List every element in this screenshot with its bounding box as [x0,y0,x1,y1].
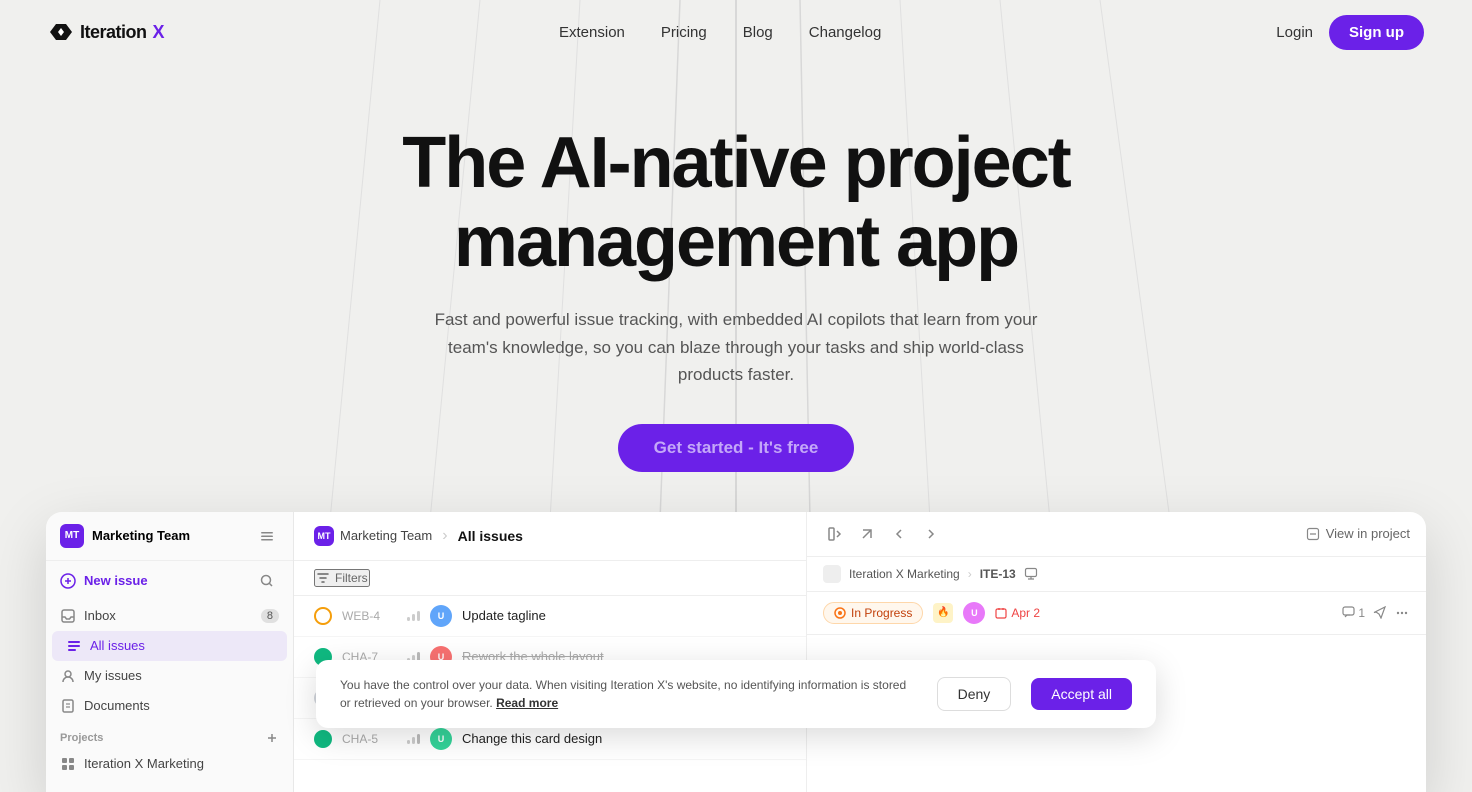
navbar: Iteration X Extension Pricing Blog Change… [0,0,1472,64]
login-button[interactable]: Login [1276,24,1313,41]
logo-icon [48,22,74,42]
user-avatar: U [430,605,452,627]
hero-headline: The AI-native project management app [386,124,1086,282]
sidebar: MT Marketing Team New issue [46,512,294,792]
detail-panel: View in project Iteration X Marketing › … [806,512,1426,792]
detail-project-avatar [823,565,841,583]
logo-suffix: X [153,22,165,43]
project-icon [60,756,76,772]
user-avatar: U [430,728,452,750]
sidebar-toggle-icon[interactable] [255,524,279,548]
main-header: MT Marketing Team › All issues [294,512,806,561]
projects-section-header: Projects [46,721,293,749]
due-date: Apr 2 [995,606,1040,620]
expand-button[interactable] [855,522,879,546]
detail-actions: 1 [1342,605,1410,621]
sidebar-header: MT Marketing Team [46,512,293,561]
team-avatar: MT [60,524,84,548]
plus-icon [60,573,76,589]
send-icon[interactable] [1373,606,1386,619]
status-icon-done2 [314,730,332,748]
logo[interactable]: Iteration X [48,22,164,43]
detail-view-project[interactable]: View in project [1326,526,1410,541]
hero-section: The AI-native project management app Fas… [0,64,1472,512]
detail-breadcrumb-row: Iteration X Marketing › ITE-13 [807,557,1426,592]
documents-icon [60,698,76,714]
detail-project-name: Iteration X Marketing [849,567,960,581]
signup-button[interactable]: Sign up [1329,15,1424,50]
more-options-icon[interactable] [1394,605,1410,621]
forward-button[interactable] [919,522,943,546]
sidebar-item-inbox[interactable]: Inbox 8 [46,601,293,631]
main-header-team: MT Marketing Team [314,526,432,546]
team-name: Marketing Team [92,528,190,543]
nav-pricing[interactable]: Pricing [661,24,707,41]
sidebar-team: MT Marketing Team [60,524,190,548]
accept-button[interactable]: Accept all [1031,678,1132,710]
priority-bars [407,611,420,621]
main-header-breadcrumb: All issues [458,528,523,544]
collapse-button[interactable] [823,522,847,546]
my-issues-icon [60,668,76,684]
main-team-avatar: MT [314,526,334,546]
filters-bar: Filters [294,561,806,596]
nav-blog[interactable]: Blog [743,24,773,41]
logo-text: Iteration [80,22,147,43]
breadcrumb-separator: › [442,527,447,545]
comment-count: 1 [1342,606,1365,620]
priority-bars [407,734,420,744]
sidebar-item-project[interactable]: Iteration X Marketing [46,749,293,779]
sidebar-item-documents[interactable]: Documents [46,691,293,721]
inbox-badge: 8 [261,609,279,623]
cookie-text: You have the control over your data. Whe… [340,676,917,712]
cookie-banner: You have the control over your data. Whe… [316,660,1156,728]
inbox-icon [60,608,76,624]
read-more-link[interactable]: Read more [496,696,558,710]
all-issues-icon [66,638,82,654]
app-preview: MT Marketing Team New issue [46,512,1426,792]
sidebar-item-my-issues[interactable]: My issues [46,661,293,691]
search-button[interactable] [255,569,279,593]
nav-actions: Login Sign up [1276,15,1424,50]
monitor-icon [1024,567,1038,581]
deny-button[interactable]: Deny [937,677,1012,711]
filter-icon [316,571,330,585]
app-preview-wrapper: MT Marketing Team New issue [0,512,1472,792]
back-button[interactable] [887,522,911,546]
filters-button[interactable]: Filters [314,569,370,587]
main-content: MT Marketing Team › All issues Filters W… [294,512,806,792]
new-issue-button[interactable]: New issue [46,561,293,601]
add-project-icon[interactable] [265,731,279,745]
nav-links: Extension Pricing Blog Changelog [559,24,881,41]
assignee-avatar: U [963,602,985,624]
sidebar-item-all-issues[interactable]: All issues [52,631,287,661]
hero-description: Fast and powerful issue tracking, with e… [426,306,1046,388]
comment-icon [1342,606,1355,619]
detail-toolbar: View in project [807,512,1426,557]
detail-issue-id: ITE-13 [980,567,1016,581]
status-pill[interactable]: In Progress [823,602,923,624]
status-dot-icon [834,607,846,619]
issue-row[interactable]: WEB-4 U Update tagline [294,596,806,637]
status-icon-inprogress [314,607,332,625]
nav-changelog[interactable]: Changelog [809,24,882,41]
project-link-icon [1306,527,1320,541]
nav-extension[interactable]: Extension [559,24,625,41]
detail-meta: In Progress 🔥 U Apr 2 1 [807,592,1426,635]
calendar-icon [995,607,1007,619]
cta-button[interactable]: Get started - It's free [618,424,855,472]
detail-breadcrumb: View in project [1306,526,1410,541]
priority-badge[interactable]: 🔥 [933,603,953,623]
